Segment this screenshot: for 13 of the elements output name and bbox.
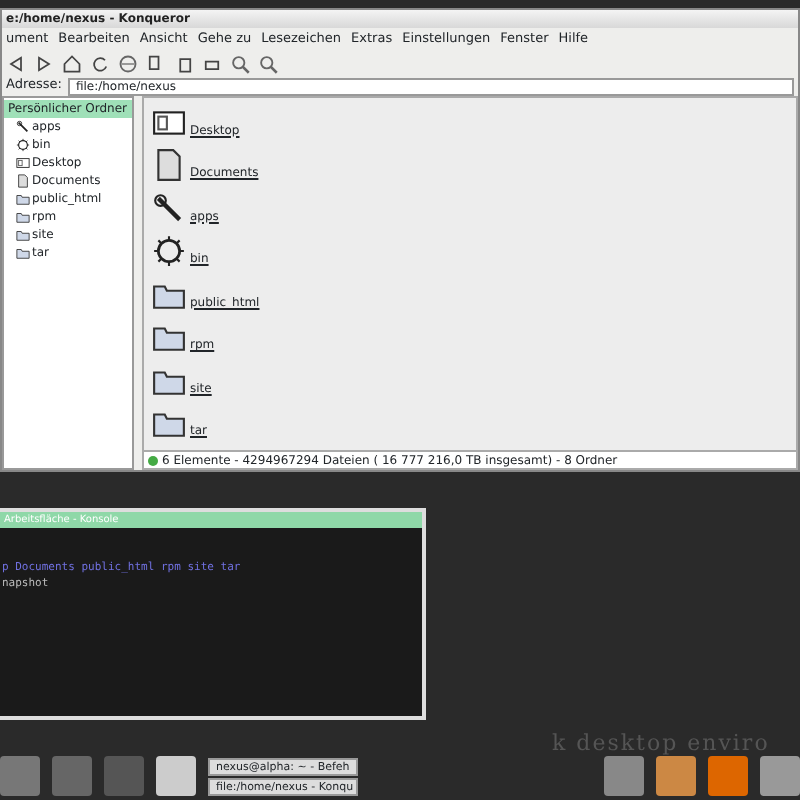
gear-icon <box>152 234 186 268</box>
gear-icon <box>16 138 30 152</box>
forward-icon[interactable] <box>34 53 54 73</box>
status-dot-icon <box>148 455 158 465</box>
zoom-out-icon[interactable] <box>258 53 278 73</box>
document-icon <box>16 174 30 188</box>
document-icon <box>152 148 186 182</box>
wrench-icon <box>152 191 186 225</box>
zoom-in-icon[interactable] <box>230 53 250 73</box>
stop-icon[interactable] <box>118 53 138 73</box>
back-icon[interactable] <box>6 53 26 73</box>
reload-icon[interactable] <box>90 53 110 73</box>
wrench-icon <box>16 120 30 134</box>
